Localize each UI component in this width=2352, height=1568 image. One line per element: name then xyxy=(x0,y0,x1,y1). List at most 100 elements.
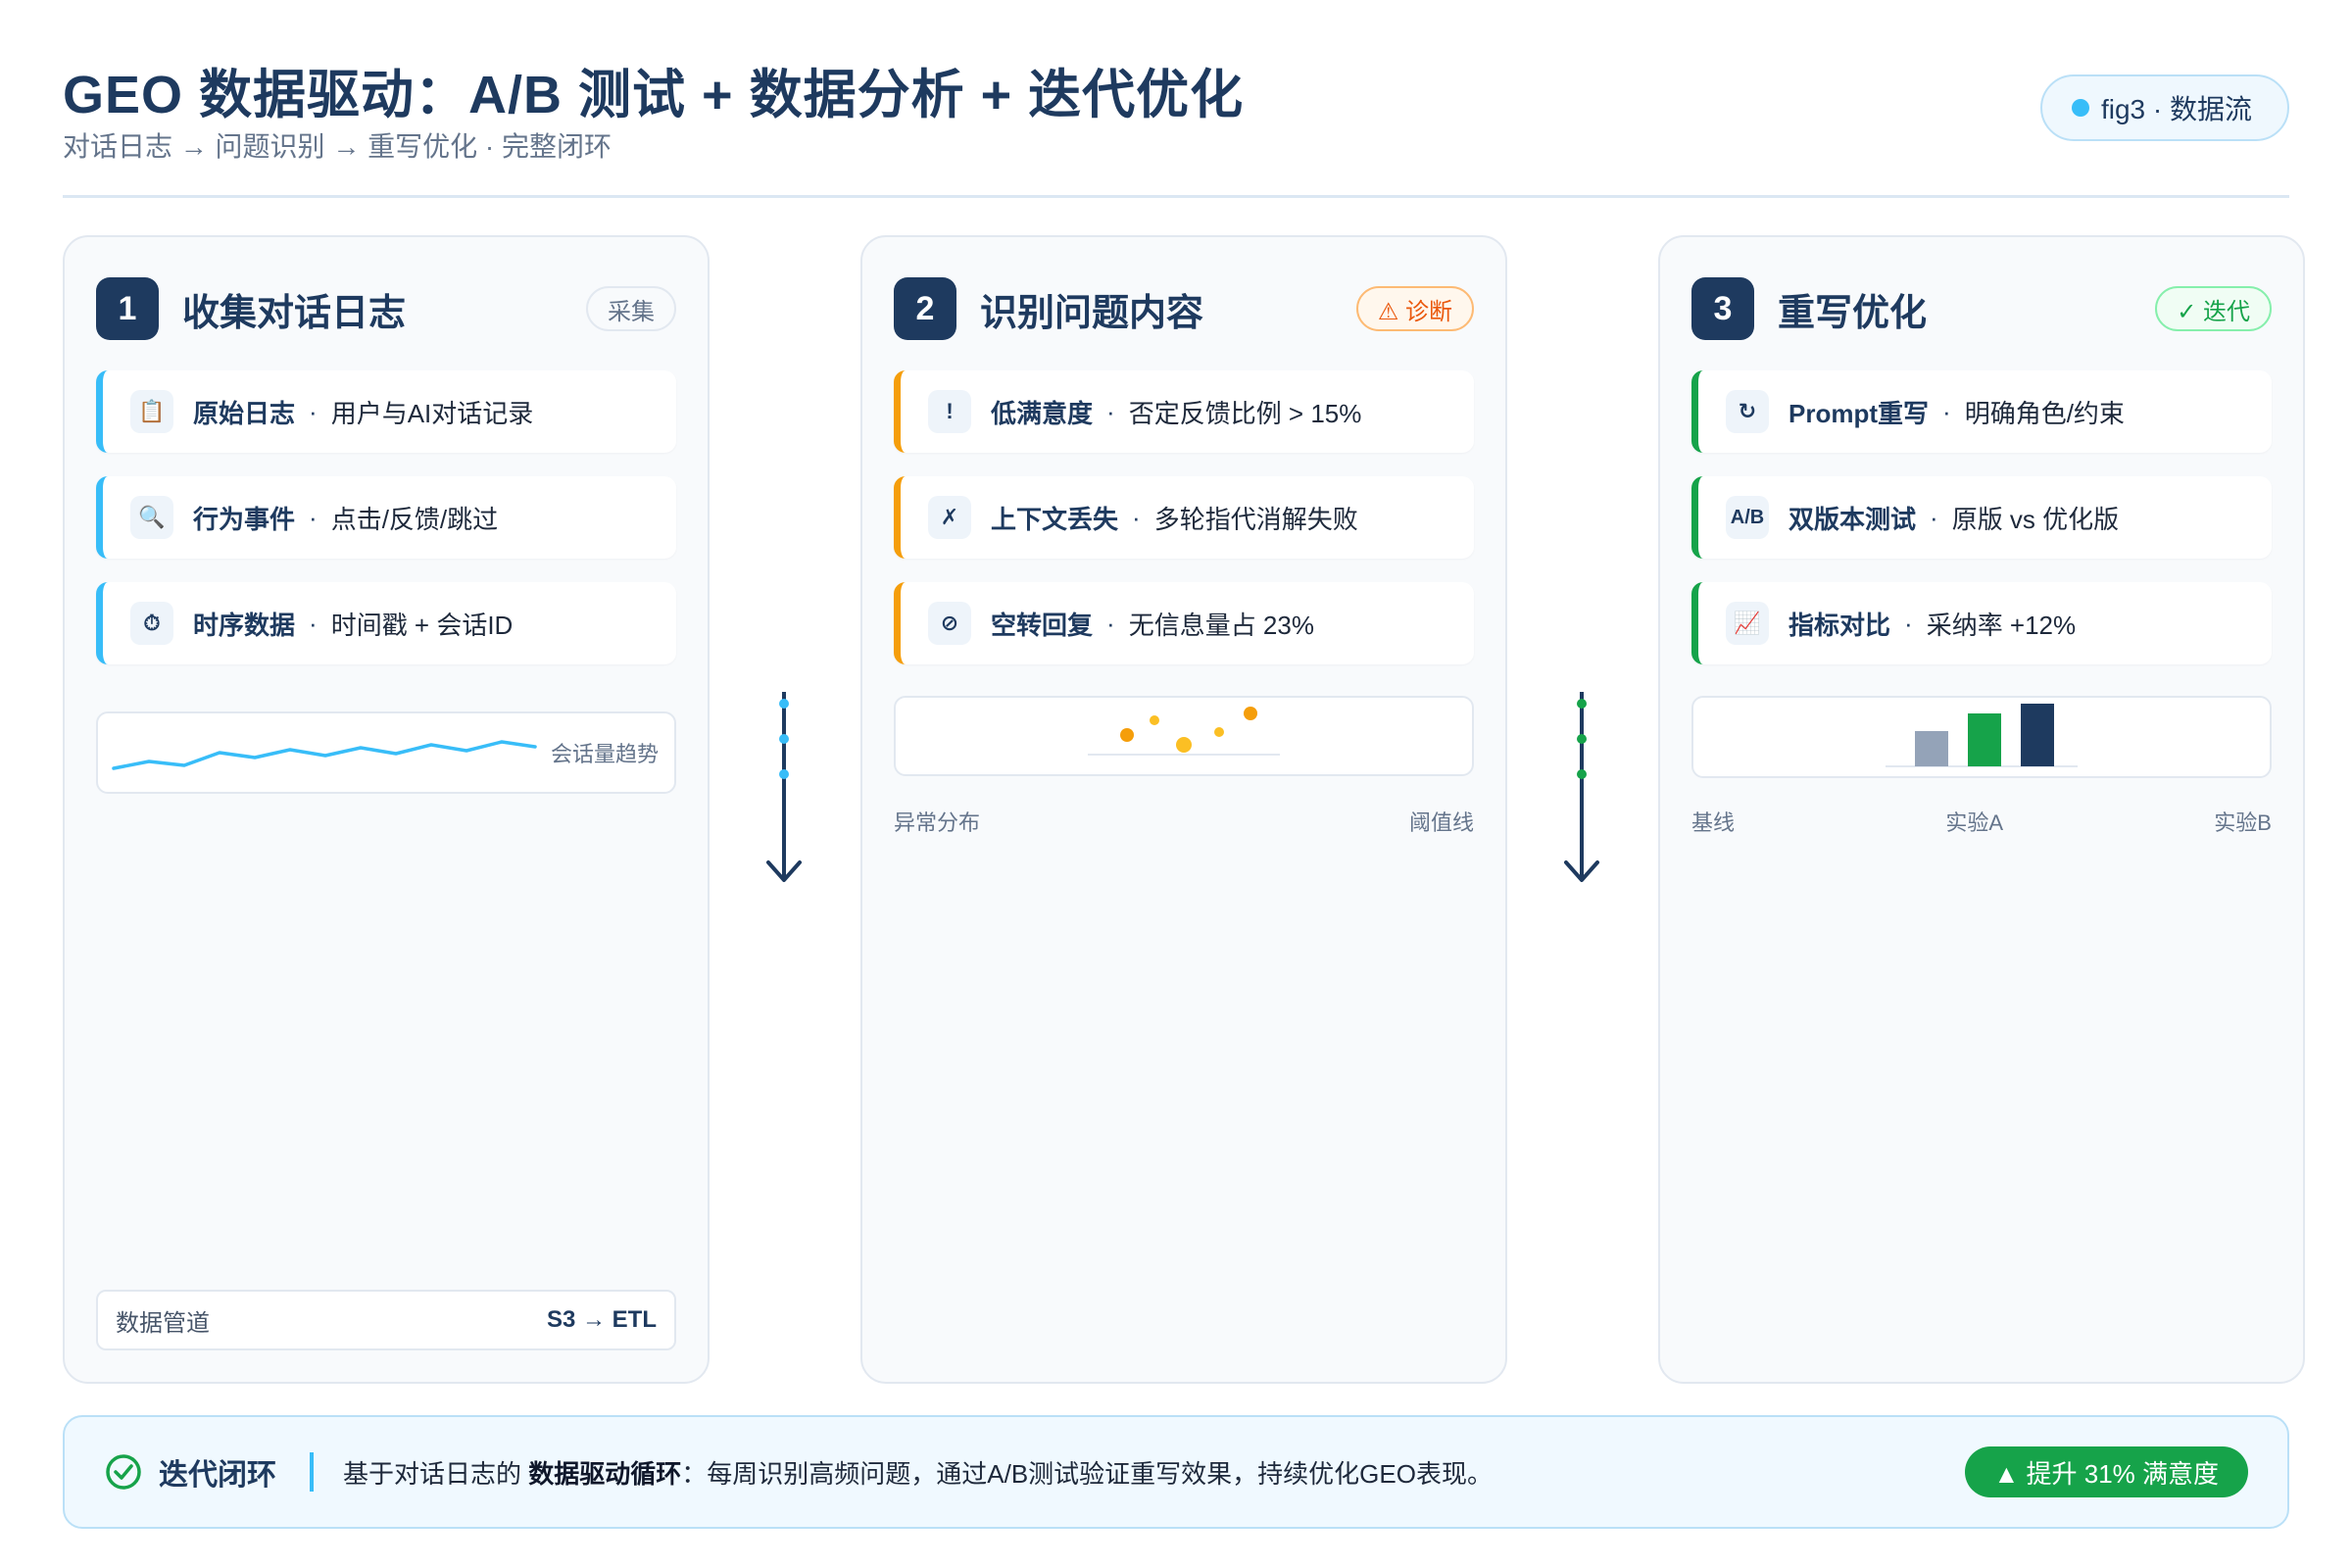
step-number: 3 xyxy=(1691,277,1754,340)
separator: · xyxy=(309,396,318,426)
scatter-point xyxy=(1176,737,1192,753)
item-name: 指标对比 xyxy=(1788,610,1891,640)
panel-badge: 采集 xyxy=(586,286,676,331)
banner-text-pre: 基于对话日志的 xyxy=(343,1458,529,1489)
banner-text-post: ：每周识别高频问题，通过A/B测试验证重写效果，持续优化GEO表现。 xyxy=(681,1458,1493,1489)
scatter-point xyxy=(1120,728,1134,742)
panel-badge: ✓ 迭代 xyxy=(2155,286,2272,331)
item-desc: 用户与AI对话记录 xyxy=(330,398,534,428)
separator: · xyxy=(1942,396,1951,426)
caption-mid: 实验A xyxy=(1945,810,2003,835)
scatter-point xyxy=(1214,727,1224,737)
satisfaction-badge: ▲ 提升 31% 满意度 xyxy=(1964,1446,2248,1497)
bar-experiment-b xyxy=(2021,704,2054,766)
scatter-point xyxy=(1150,715,1159,725)
scatter-captions: 异常分布 阈值线 xyxy=(894,806,1474,837)
caption-right: 阈值线 xyxy=(1408,810,1474,835)
sparkline-svg xyxy=(112,740,537,770)
list-item: 🔍 行为事件 · 点击/反馈/跳过 xyxy=(96,476,676,559)
item-name: 上下文丢失 xyxy=(991,504,1119,534)
divider xyxy=(310,1452,314,1492)
panel-collect-logs: 1 收集对话日志 采集 📋 原始日志 · 用户与AI对话记录 🔍 行为事件 · … xyxy=(63,235,710,1384)
item-name: Prompt重写 xyxy=(1788,398,1930,428)
exclamation-icon: ! xyxy=(928,390,971,433)
header: GEO 数据驱动：A/B 测试 + 数据分析 + 迭代优化 对话日志 → 问题识… xyxy=(63,51,2289,198)
list-item: ⊘ 空转回复 · 无信息量占 23% xyxy=(894,582,1474,664)
pipeline-footer: 数据管道 S3 → ETL xyxy=(96,1290,676,1350)
item-desc: 原版 vs 优化版 xyxy=(1951,504,2120,534)
item-desc: 时间戳 + 会话ID xyxy=(330,610,514,640)
stopwatch-icon: ⏱ xyxy=(130,602,173,645)
panel-rewrite-optimize: 3 重写优化 ✓ 迭代 ↻ Prompt重写 · 明确角色/约束 A/B 双版本… xyxy=(1658,235,2305,1384)
iteration-loop-banner: 迭代闭环 基于对话日志的 数据驱动循环：每周识别高频问题，通过A/B测试验证重写… xyxy=(63,1415,2289,1529)
list-item: ✗ 上下文丢失 · 多轮指代消解失败 xyxy=(894,476,1474,559)
bar-baseline xyxy=(1915,731,1948,766)
banner-text-bold: 数据驱动循环 xyxy=(528,1458,682,1489)
refresh-icon: ↻ xyxy=(1726,390,1769,433)
arrow-down-icon xyxy=(766,692,802,882)
scatter-point xyxy=(1244,707,1257,720)
panel-title: 重写优化 xyxy=(1778,292,1928,334)
item-name: 低满意度 xyxy=(991,398,1094,428)
panel-header: 3 重写优化 ✓ 迭代 xyxy=(1691,276,2272,341)
panel-title: 识别问题内容 xyxy=(980,292,1204,334)
item-desc: 采纳率 +12% xyxy=(1926,610,2077,640)
panel-title: 收集对话日志 xyxy=(182,292,407,334)
magnifier-icon: 🔍 xyxy=(130,496,173,539)
caption-left: 异常分布 xyxy=(894,810,981,835)
status-dot-icon xyxy=(2071,99,2089,117)
page-title: GEO 数据驱动：A/B 测试 + 数据分析 + 迭代优化 xyxy=(63,66,1245,124)
item-name: 空转回复 xyxy=(991,610,1094,640)
item-name: 时序数据 xyxy=(193,610,296,640)
separator: · xyxy=(1106,608,1115,638)
step-number: 1 xyxy=(96,277,159,340)
separator: · xyxy=(1132,502,1141,532)
caption-left: 基线 xyxy=(1691,810,1736,835)
sparkline-caption: 会话量趋势 xyxy=(550,742,659,766)
item-name: 原始日志 xyxy=(193,398,296,428)
list-item: A/B 双版本测试 · 原版 vs 优化版 xyxy=(1691,476,2272,559)
session-trend-sparkline: 会话量趋势 xyxy=(96,711,676,794)
item-name: 双版本测试 xyxy=(1788,504,1917,534)
caption-right: 实验B xyxy=(2214,810,2272,835)
list-item: ! 低满意度 · 否定反馈比例 > 15% xyxy=(894,370,1474,453)
item-desc: 点击/反馈/跳过 xyxy=(330,504,499,534)
ab-bar-comparison xyxy=(1691,696,2272,778)
null-circle-icon: ⊘ xyxy=(928,602,971,645)
arrow-down-icon xyxy=(1564,692,1599,882)
pipeline-value: S3 → ETL xyxy=(546,1306,657,1333)
pipeline-label: 数据管道 xyxy=(116,1309,210,1337)
bar-experiment-a xyxy=(1968,713,2001,766)
page-subtitle: 对话日志 → 问题识别 → 重写优化 · 完整闭环 xyxy=(63,131,612,162)
item-name: 行为事件 xyxy=(193,504,296,534)
figure-tag-label: fig3 · 数据流 xyxy=(2100,94,2252,124)
ab-test-icon: A/B xyxy=(1726,496,1769,539)
item-desc: 无信息量占 23% xyxy=(1128,610,1314,640)
item-desc: 多轮指代消解失败 xyxy=(1153,504,1358,534)
separator: · xyxy=(1106,396,1115,426)
item-desc: 明确角色/约束 xyxy=(1964,398,2125,428)
panel-header: 1 收集对话日志 采集 xyxy=(96,276,676,341)
list-item: 📋 原始日志 · 用户与AI对话记录 xyxy=(96,370,676,453)
separator: · xyxy=(1904,608,1913,638)
trend-chart-icon: 📈 xyxy=(1726,602,1769,645)
clipboard-icon: 📋 xyxy=(130,390,173,433)
cross-icon: ✗ xyxy=(928,496,971,539)
separator: · xyxy=(309,502,318,532)
item-desc: 否定反馈比例 > 15% xyxy=(1128,398,1362,428)
list-item: ⏱ 时序数据 · 时间戳 + 会话ID xyxy=(96,582,676,664)
banner-title: 迭代闭环 xyxy=(159,1459,276,1492)
list-item: ↻ Prompt重写 · 明确角色/约束 xyxy=(1691,370,2272,453)
step-number: 2 xyxy=(894,277,956,340)
bars-svg xyxy=(1886,704,2078,767)
separator: · xyxy=(309,608,318,638)
figure-tag: fig3 · 数据流 xyxy=(2039,74,2289,141)
list-item: 📈 指标对比 · 采纳率 +12% xyxy=(1691,582,2272,664)
check-circle-icon xyxy=(106,1454,141,1490)
panel-badge: ⚠ 诊断 xyxy=(1355,286,1474,331)
panel-identify-issues: 2 识别问题内容 ⚠ 诊断 ! 低满意度 · 否定反馈比例 > 15% ✗ 上下… xyxy=(860,235,1507,1384)
bar-captions: 基线 实验A 实验B xyxy=(1691,806,2272,837)
banner-text: 基于对话日志的 数据驱动循环：每周识别高频问题，通过A/B测试验证重写效果，持续… xyxy=(343,1454,1493,1491)
scatter-svg xyxy=(1088,707,1280,756)
panel-header: 2 识别问题内容 ⚠ 诊断 xyxy=(894,276,1474,341)
